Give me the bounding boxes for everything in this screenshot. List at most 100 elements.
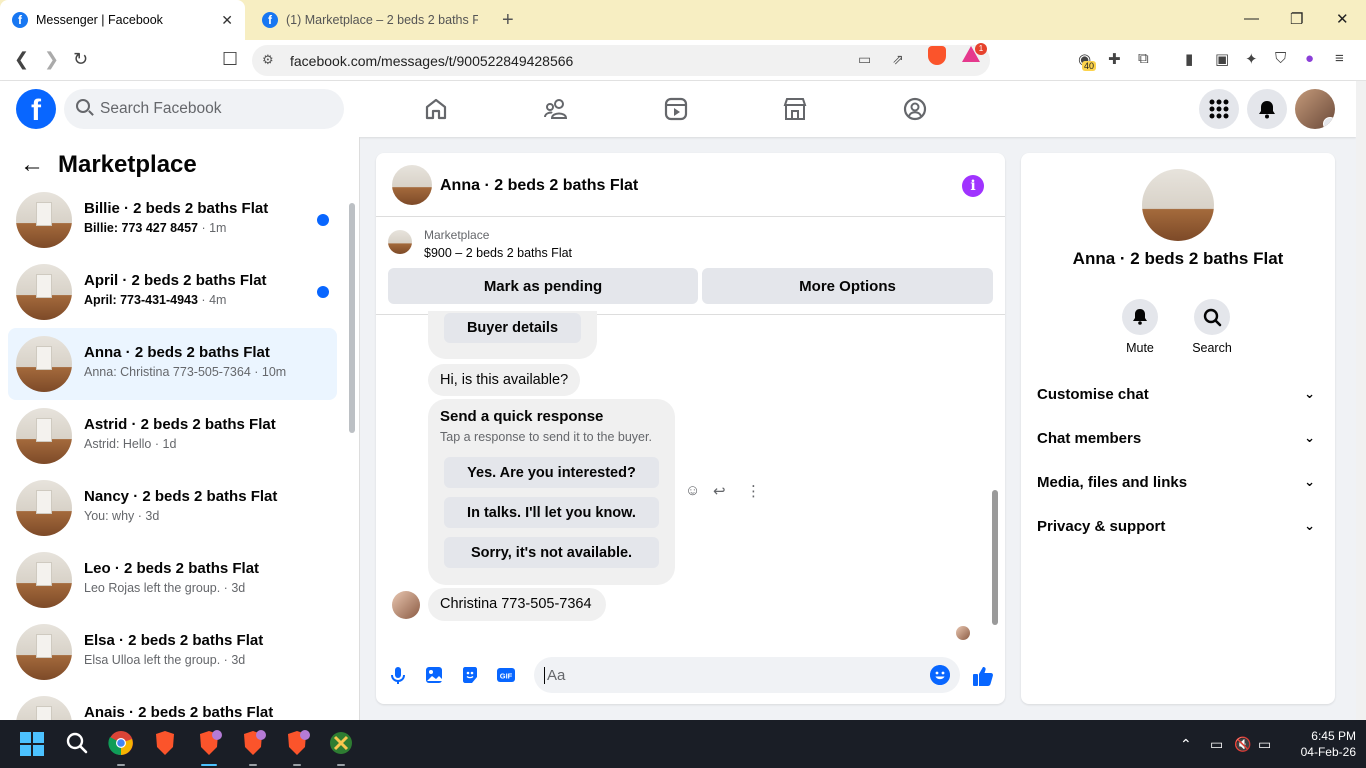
more-options-button[interactable]: More Options [702, 268, 993, 304]
conversation-item-billie[interactable]: Billie · 2 beds 2 baths Flat Billie: 773… [8, 184, 337, 256]
message-input[interactable]: Aa [534, 657, 960, 693]
reload-icon[interactable]: ↻ [73, 49, 88, 70]
conversation-item-leo[interactable]: Leo · 2 beds 2 baths Flat Leo Rojas left… [8, 544, 337, 616]
back-icon[interactable]: ❮ [14, 49, 29, 70]
install-app-icon[interactable]: ▭ [858, 51, 871, 68]
taskbar-search-icon[interactable] [64, 730, 90, 756]
microphone-icon[interactable] [388, 665, 408, 685]
sender-avatar[interactable] [392, 591, 420, 619]
sidebar-toggle-icon[interactable]: ▮ [1185, 50, 1193, 68]
brave-profile-icon[interactable] [240, 730, 266, 756]
mark-pending-button[interactable]: Mark as pending [388, 268, 698, 304]
menu-grid-button[interactable] [1199, 89, 1239, 129]
display-icon[interactable]: ▭ [1210, 736, 1223, 753]
conversation-name: Billie · 2 beds 2 baths Flat [84, 200, 269, 217]
groups-icon[interactable] [902, 96, 928, 122]
battery-icon[interactable]: ▭ [1258, 736, 1271, 753]
notifications-button[interactable] [1247, 89, 1287, 129]
reply-icon[interactable]: ↩ [713, 482, 726, 500]
chat-title[interactable]: Anna · 2 beds 2 baths Flat [440, 177, 638, 195]
privacy-support-row[interactable]: Privacy & support ⌄ [1037, 518, 1319, 548]
marketplace-icon[interactable] [782, 96, 808, 122]
tray-overflow-icon[interactable]: ⌃ [1180, 736, 1192, 753]
media-files-links-row[interactable]: Media, files and links ⌄ [1037, 474, 1319, 504]
section-label: Chat members [1037, 430, 1142, 447]
home-icon[interactable] [423, 96, 449, 122]
customise-chat-row[interactable]: Customise chat ⌄ [1037, 386, 1319, 416]
vpn-icon[interactable]: ⛉ [1275, 50, 1286, 67]
account-avatar[interactable]: ⌄ [1295, 89, 1335, 129]
leo-ai-icon[interactable]: ✦ [1245, 50, 1258, 68]
volume-muted-icon[interactable]: 🔇 [1234, 736, 1251, 753]
close-window-icon[interactable]: ✕ [1336, 10, 1349, 28]
sticker-icon[interactable] [460, 665, 480, 685]
facebook-logo-icon[interactable]: f [16, 89, 56, 129]
conversation-list-scrollbar[interactable] [347, 197, 357, 717]
chevron-down-icon: ⌄ [1304, 518, 1315, 533]
windows-start-icon[interactable] [20, 732, 44, 756]
listing-thumbnail [16, 480, 72, 536]
mute-action[interactable]: Mute [1110, 299, 1170, 355]
listing-thumbnail [16, 264, 72, 320]
brave-profile-icon[interactable] [284, 730, 310, 756]
search-bar[interactable]: Search Facebook [64, 89, 344, 129]
extensions-puzzle-icon[interactable]: ✚ [1108, 50, 1121, 68]
chrome-icon[interactable] [108, 730, 134, 756]
friends-icon[interactable] [543, 96, 569, 122]
search-action[interactable]: Search [1182, 299, 1242, 355]
maximize-icon[interactable]: ❐ [1290, 10, 1303, 28]
conversation-item-astrid[interactable]: Astrid · 2 beds 2 baths Flat Astrid: Hel… [8, 400, 337, 472]
scrollbar-thumb[interactable] [349, 203, 355, 433]
system-clock[interactable]: 6:45 PM 04-Feb-26 [1280, 728, 1356, 760]
brave-shields-icon[interactable] [928, 46, 946, 65]
app-icon[interactable] [328, 730, 354, 756]
info-icon[interactable]: i [962, 175, 984, 197]
share-icon[interactable]: ⇗ [892, 51, 904, 68]
video-icon[interactable] [663, 96, 689, 122]
bookmark-icon[interactable]: ☐ [222, 49, 238, 70]
contact-avatar[interactable] [1142, 169, 1214, 241]
scrollbar-thumb[interactable] [992, 490, 998, 625]
chat-members-row[interactable]: Chat members ⌄ [1037, 430, 1319, 460]
conversation-item-anais[interactable]: Anais · 2 beds 2 baths Flat [8, 688, 337, 720]
buyer-details-button[interactable]: Buyer details [444, 313, 581, 343]
search-input[interactable]: Search Facebook [100, 100, 222, 118]
react-emoji-icon[interactable]: ☺ [685, 482, 700, 499]
conversation-item-april[interactable]: April · 2 beds 2 baths Flat April: 773-4… [8, 256, 337, 328]
bell-icon[interactable] [1122, 299, 1158, 335]
screenshot-icon[interactable]: ⧉ [1138, 50, 1149, 67]
new-tab-button[interactable]: + [502, 9, 514, 32]
quick-reply-unavailable-button[interactable]: Sorry, it's not available. [444, 537, 659, 568]
forward-icon[interactable]: ❯ [44, 49, 59, 70]
thumbs-up-icon[interactable] [972, 665, 994, 687]
conversation-item-nancy[interactable]: Nancy · 2 beds 2 baths Flat You: why · 3… [8, 472, 337, 544]
brave-rewards-icon[interactable]: 1 [962, 43, 987, 62]
close-tab-icon[interactable]: ✕ [221, 12, 233, 29]
chat-avatar[interactable] [392, 165, 432, 205]
profile-icon[interactable]: ● [1305, 50, 1314, 67]
emoji-icon[interactable] [930, 665, 950, 685]
tab-messenger[interactable]: f Messenger | Facebook ✕ [0, 0, 245, 40]
quick-reply-yes-button[interactable]: Yes. Are you interested? [444, 457, 659, 488]
conversation-item-anna[interactable]: Anna · 2 beds 2 baths Flat Anna: Christi… [8, 328, 337, 400]
brave-icon[interactable] [152, 730, 178, 756]
minimize-icon[interactable]: — [1244, 10, 1259, 27]
back-arrow-icon[interactable]: ← [20, 151, 44, 179]
menu-icon[interactable]: ≡ [1335, 50, 1344, 67]
url-bar[interactable]: ⚙ facebook.com/messages/t/90052284942856… [252, 45, 990, 76]
photo-icon[interactable] [424, 665, 444, 685]
chevron-down-icon: ⌄ [1304, 474, 1315, 489]
quick-reply-talks-button[interactable]: In talks. I'll let you know. [444, 497, 659, 528]
search-icon[interactable] [1194, 299, 1230, 335]
tab-marketplace[interactable]: f (1) Marketplace – 2 beds 2 baths Flat [250, 0, 490, 40]
page-scrollbar[interactable] [1356, 81, 1366, 720]
gif-icon[interactable]: GIF [496, 665, 516, 685]
conversation-item-elsa[interactable]: Elsa · 2 beds 2 baths Flat Elsa Ulloa le… [8, 616, 337, 688]
wallet-icon[interactable]: ▣ [1215, 50, 1229, 68]
more-actions-icon[interactable]: ⋮ [746, 482, 761, 500]
messages-scrollbar[interactable] [990, 318, 1000, 643]
site-info-icon[interactable]: ⚙ [262, 52, 274, 68]
listing-price-title[interactable]: $900 – 2 beds 2 baths Flat [424, 246, 572, 260]
brave-profile-icon[interactable] [196, 730, 222, 756]
listing-bar: Marketplace $900 – 2 beds 2 baths Flat M… [376, 218, 1005, 315]
